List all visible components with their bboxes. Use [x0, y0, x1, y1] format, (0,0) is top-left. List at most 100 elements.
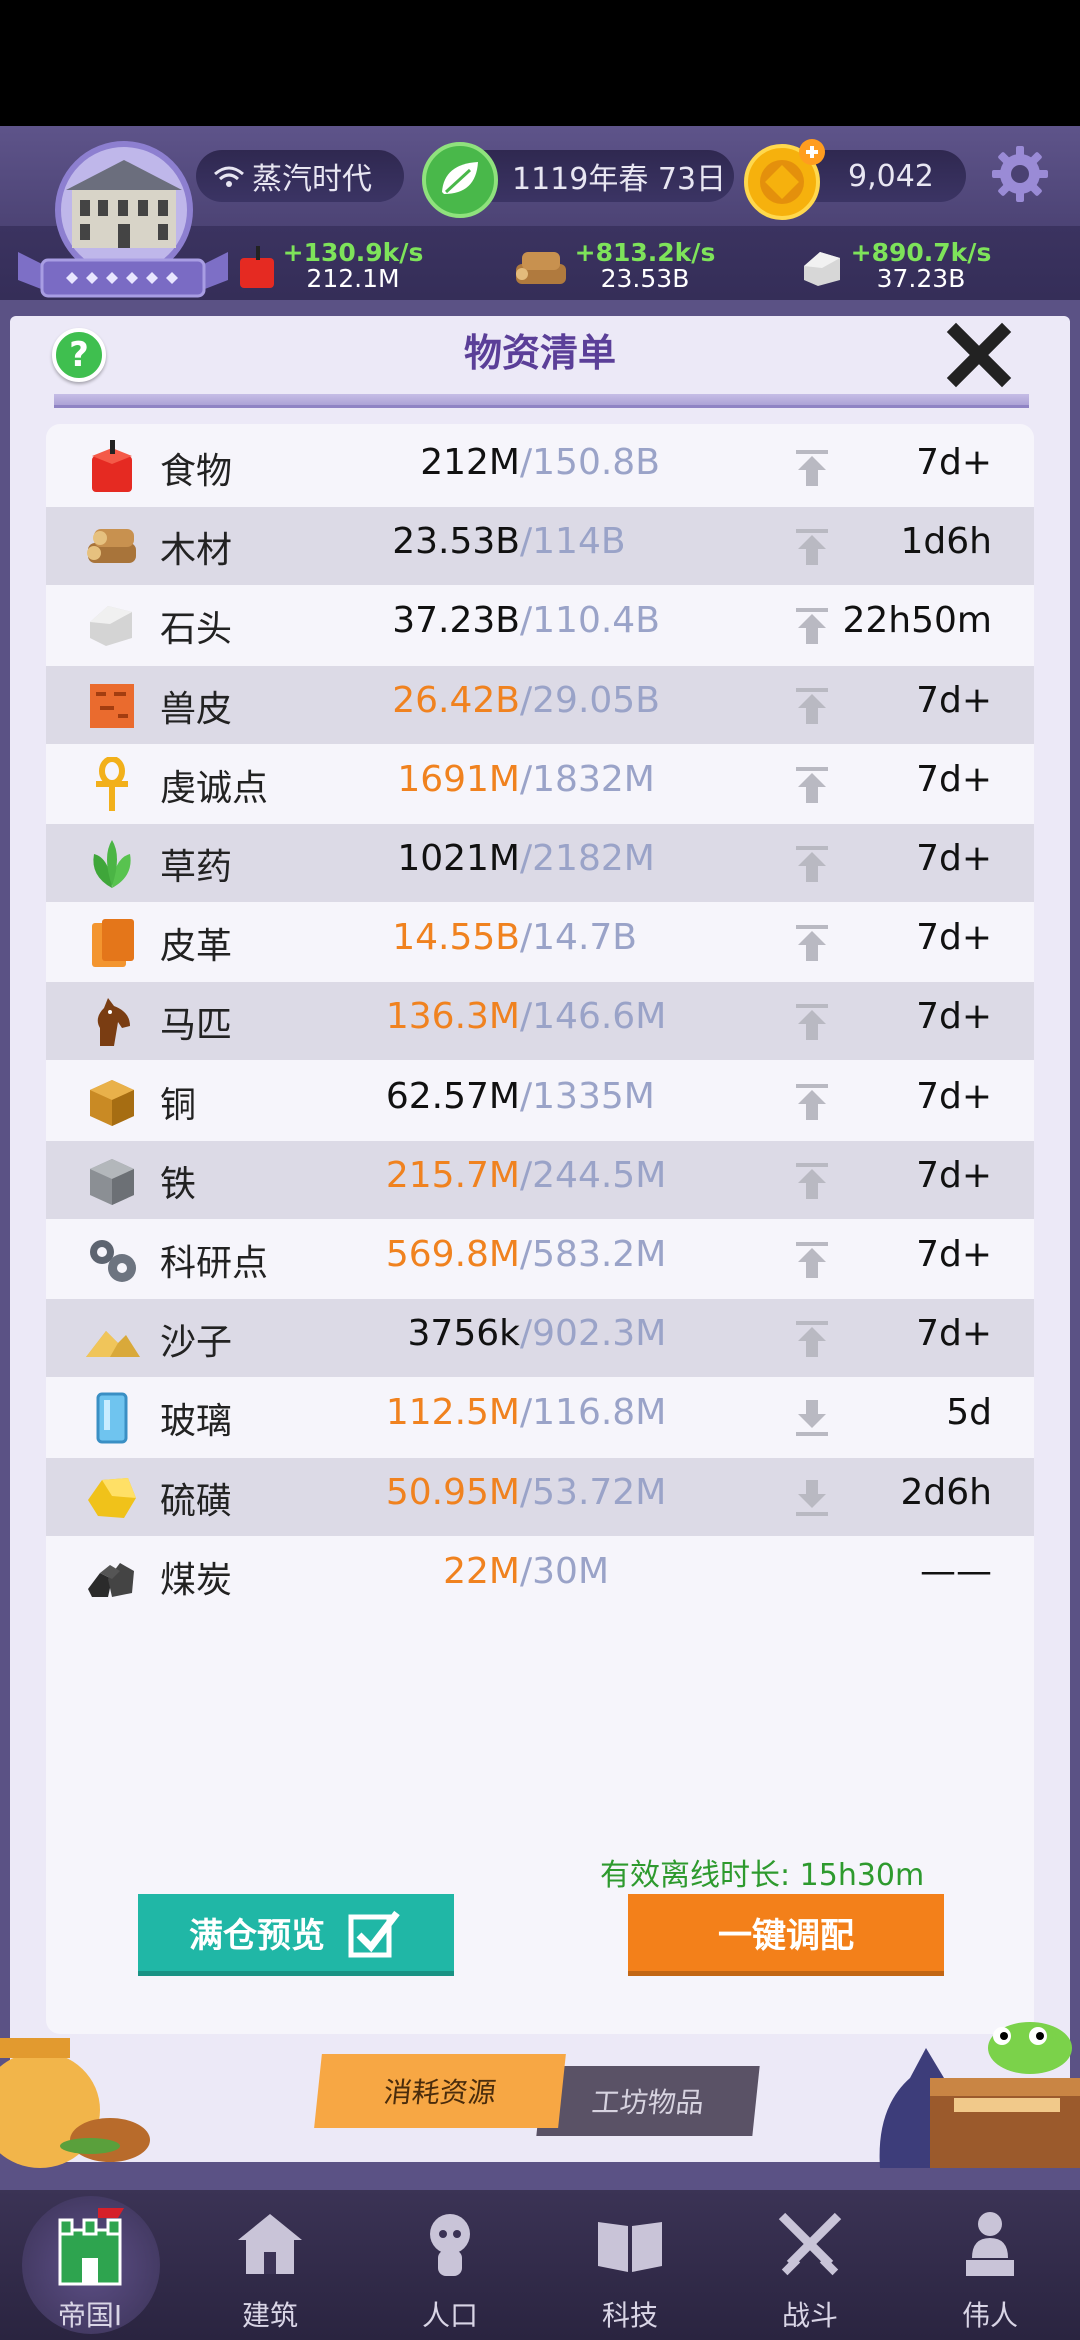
item-capacity: /53.72M — [520, 1471, 667, 1513]
item-value: 50.95M — [385, 1471, 520, 1513]
apple-icon — [92, 440, 132, 492]
list-item[interactable]: 木材 23.53B/114B 1d6h — [46, 507, 1034, 586]
item-time: 7d+ — [916, 838, 992, 879]
coin-plus-icon[interactable] — [742, 136, 828, 222]
nav-battle[interactable]: 战斗 — [720, 2196, 900, 2340]
list-item[interactable]: 煤炭 22M/30M —— — [46, 1537, 1034, 1615]
item-value: 62.57M — [385, 1075, 520, 1117]
arrow-up-icon — [796, 529, 828, 566]
nav-population[interactable]: 人口 — [360, 2196, 540, 2340]
offline-duration: 有效离线时长: 15h30m — [600, 1858, 925, 1893]
wood-total: 23.53B — [600, 264, 690, 293]
item-name: 煤炭 — [160, 1559, 233, 1601]
item-time: 7d+ — [916, 996, 992, 1038]
item-capacity: /244.5M — [520, 1154, 667, 1196]
item-name: 马匹 — [160, 1005, 233, 1047]
herb-icon — [93, 840, 131, 888]
help-button[interactable]: ? — [52, 328, 106, 382]
arrow-down-icon — [796, 1479, 828, 1516]
list-item[interactable]: 皮革 14.55B/14.7B 7d+ — [46, 903, 1034, 981]
coins-value: 9,042 — [848, 158, 934, 194]
item-time: 7d+ — [916, 917, 992, 959]
house-icon — [238, 2214, 302, 2274]
item-value: 136.3M — [385, 996, 520, 1038]
arrow-up-icon — [796, 1321, 828, 1358]
list-item[interactable]: 沙子 3756k/902.3M 7d+ — [46, 1299, 1034, 1378]
item-name: 玻璃 — [160, 1401, 233, 1443]
era-pill[interactable]: 蒸汽时代 — [196, 150, 404, 202]
list-item[interactable]: 铜 62.57M/1335M 7d+ — [46, 1062, 1034, 1140]
leather-icon — [92, 919, 134, 968]
arrow-up-icon — [796, 1242, 828, 1278]
item-value: 37.23B — [392, 600, 520, 642]
stone-icon — [804, 252, 840, 286]
list-item[interactable]: 食物 212M/150.8B 7d+ — [46, 428, 1034, 506]
item-capacity: /1832M — [520, 758, 655, 800]
list-item[interactable]: 玻璃 112.5M/116.8M 5d — [46, 1378, 1034, 1456]
item-capacity: /116.8M — [520, 1392, 667, 1434]
list-item[interactable]: 虔诚点 1691M/1832M 7d+ — [46, 745, 1034, 823]
arrow-up-icon — [796, 1083, 828, 1120]
iron-icon — [90, 1158, 134, 1205]
date-label: 1119年春 73日 — [512, 162, 727, 197]
item-time: 7d+ — [916, 1313, 992, 1355]
item-time: 5d — [946, 1392, 992, 1434]
tab-workshop-items[interactable]: 工坊物品 — [536, 2066, 760, 2136]
swords-icon — [778, 2212, 842, 2276]
tab-consumables[interactable]: 消耗资源 — [314, 2054, 566, 2128]
treasure-chest-icon — [879, 2022, 1080, 2168]
sand-icon — [86, 1331, 140, 1358]
nav-great-people[interactable]: 伟人 — [900, 2196, 1080, 2340]
item-capacity: /29.05B — [520, 679, 660, 721]
item-name: 沙子 — [160, 1322, 233, 1364]
item-name: 石头 — [160, 609, 233, 651]
castle-icon — [58, 2208, 124, 2286]
item-name: 草药 — [160, 847, 233, 888]
nav-buildings-label: 建筑 — [241, 2299, 298, 2332]
list-item[interactable]: 石头 37.23B/110.4B 22h50m — [46, 586, 1034, 664]
full-preview-button[interactable]: 满仓预览 — [138, 1894, 454, 1976]
close-icon[interactable] — [946, 322, 1012, 388]
item-time: 1d6h — [900, 521, 992, 563]
arrow-up-icon — [796, 450, 828, 486]
item-name: 铁 — [160, 1163, 197, 1205]
full-preview-label: 满仓预览 — [189, 1916, 325, 1956]
item-time: 7d+ — [916, 1234, 992, 1275]
item-name: 兽皮 — [160, 688, 233, 730]
panel-title: 物资清单 — [463, 331, 616, 375]
item-capacity: /110.4B — [520, 600, 660, 642]
item-time: 7d+ — [916, 1075, 992, 1117]
list-item[interactable]: 草药 1021M/2182M 7d+ — [46, 824, 1034, 902]
item-capacity: /14.7B — [520, 917, 637, 959]
leaf-icon — [422, 142, 498, 218]
item-name: 铜 — [160, 1084, 197, 1126]
wood-rate: +813.2k/s — [574, 238, 716, 267]
list-item[interactable]: 兽皮 26.42B/29.05B 7d+ — [46, 665, 1034, 744]
list-item[interactable]: 铁 215.7M/244.5M 7d+ — [46, 1140, 1034, 1219]
list-item[interactable]: 硫磺 50.95M/53.72M 2d6h — [46, 1457, 1034, 1536]
arrow-up-icon — [796, 766, 828, 803]
arrow-down-icon — [796, 1400, 828, 1437]
nav-technology[interactable]: 科技 — [540, 2196, 720, 2340]
glass-icon — [96, 1392, 128, 1444]
item-value: 215.7M — [385, 1154, 520, 1196]
item-capacity: /150.8B — [520, 442, 660, 483]
item-capacity: /583.2M — [520, 1234, 667, 1275]
nav-buildings[interactable]: 建筑 — [180, 2196, 360, 2340]
list-item[interactable]: 科研点 569.8M/583.2M 7d+ — [46, 1220, 1034, 1298]
nav-technology-label: 科技 — [601, 2299, 658, 2332]
nav-empire[interactable]: 帝国I — [0, 2196, 180, 2340]
item-value: 26.42B — [392, 679, 520, 721]
item-capacity: /1335M — [520, 1075, 655, 1117]
item-value: 14.55B — [392, 917, 520, 959]
nav-population-label: 人口 — [421, 2299, 478, 2332]
arrow-up-icon — [796, 687, 828, 724]
item-name: 皮革 — [160, 926, 233, 968]
item-time: 7d+ — [916, 442, 992, 483]
gear-icon[interactable] — [990, 144, 1050, 204]
list-item[interactable]: 马匹 136.3M/146.6M 7d+ — [46, 982, 1034, 1061]
one-click-allocate-button[interactable]: 一键调配 — [628, 1894, 944, 1976]
wifi-icon — [214, 166, 244, 187]
item-name: 科研点 — [160, 1243, 269, 1284]
item-capacity: /2182M — [520, 838, 655, 879]
